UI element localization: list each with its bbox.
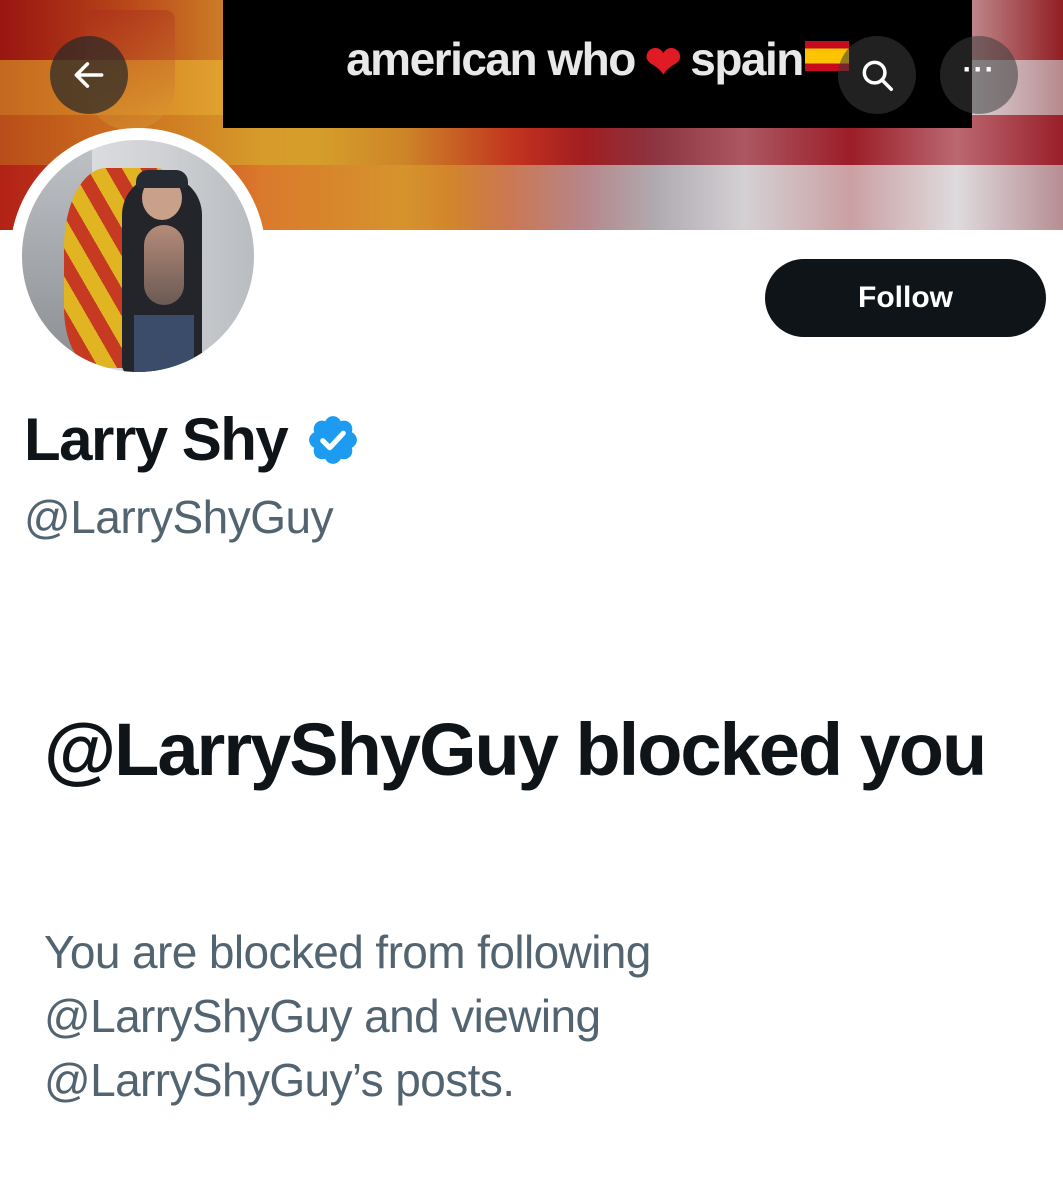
- display-name: Larry Shy: [24, 406, 289, 473]
- blocked-description: You are blocked from following @LarryShy…: [44, 926, 651, 1106]
- avatar-jeans: [134, 315, 194, 372]
- banner-title-part2: spain: [690, 33, 804, 85]
- blocked-title: @LarryShyGuy blocked you: [44, 708, 987, 791]
- search-button[interactable]: [838, 36, 916, 114]
- follow-button[interactable]: Follow: [765, 259, 1046, 337]
- search-icon: [862, 60, 893, 91]
- back-button[interactable]: [50, 36, 128, 114]
- heart-icon: ❤: [644, 38, 682, 87]
- more-options-button[interactable]: ···: [940, 36, 1018, 114]
- avatar-arm: [144, 225, 184, 305]
- more-icon: ···: [962, 53, 996, 86]
- verified-badge-icon[interactable]: [305, 412, 361, 468]
- banner-title: american who ❤ spain: [346, 32, 849, 88]
- handle: @LarryShyGuy: [24, 491, 334, 543]
- banner-title-part1: american who: [346, 33, 636, 85]
- name-row: Larry Shy: [24, 405, 361, 474]
- arrow-left-icon: [74, 62, 104, 88]
- avatar-cap: [136, 170, 188, 188]
- avatar[interactable]: [22, 140, 254, 372]
